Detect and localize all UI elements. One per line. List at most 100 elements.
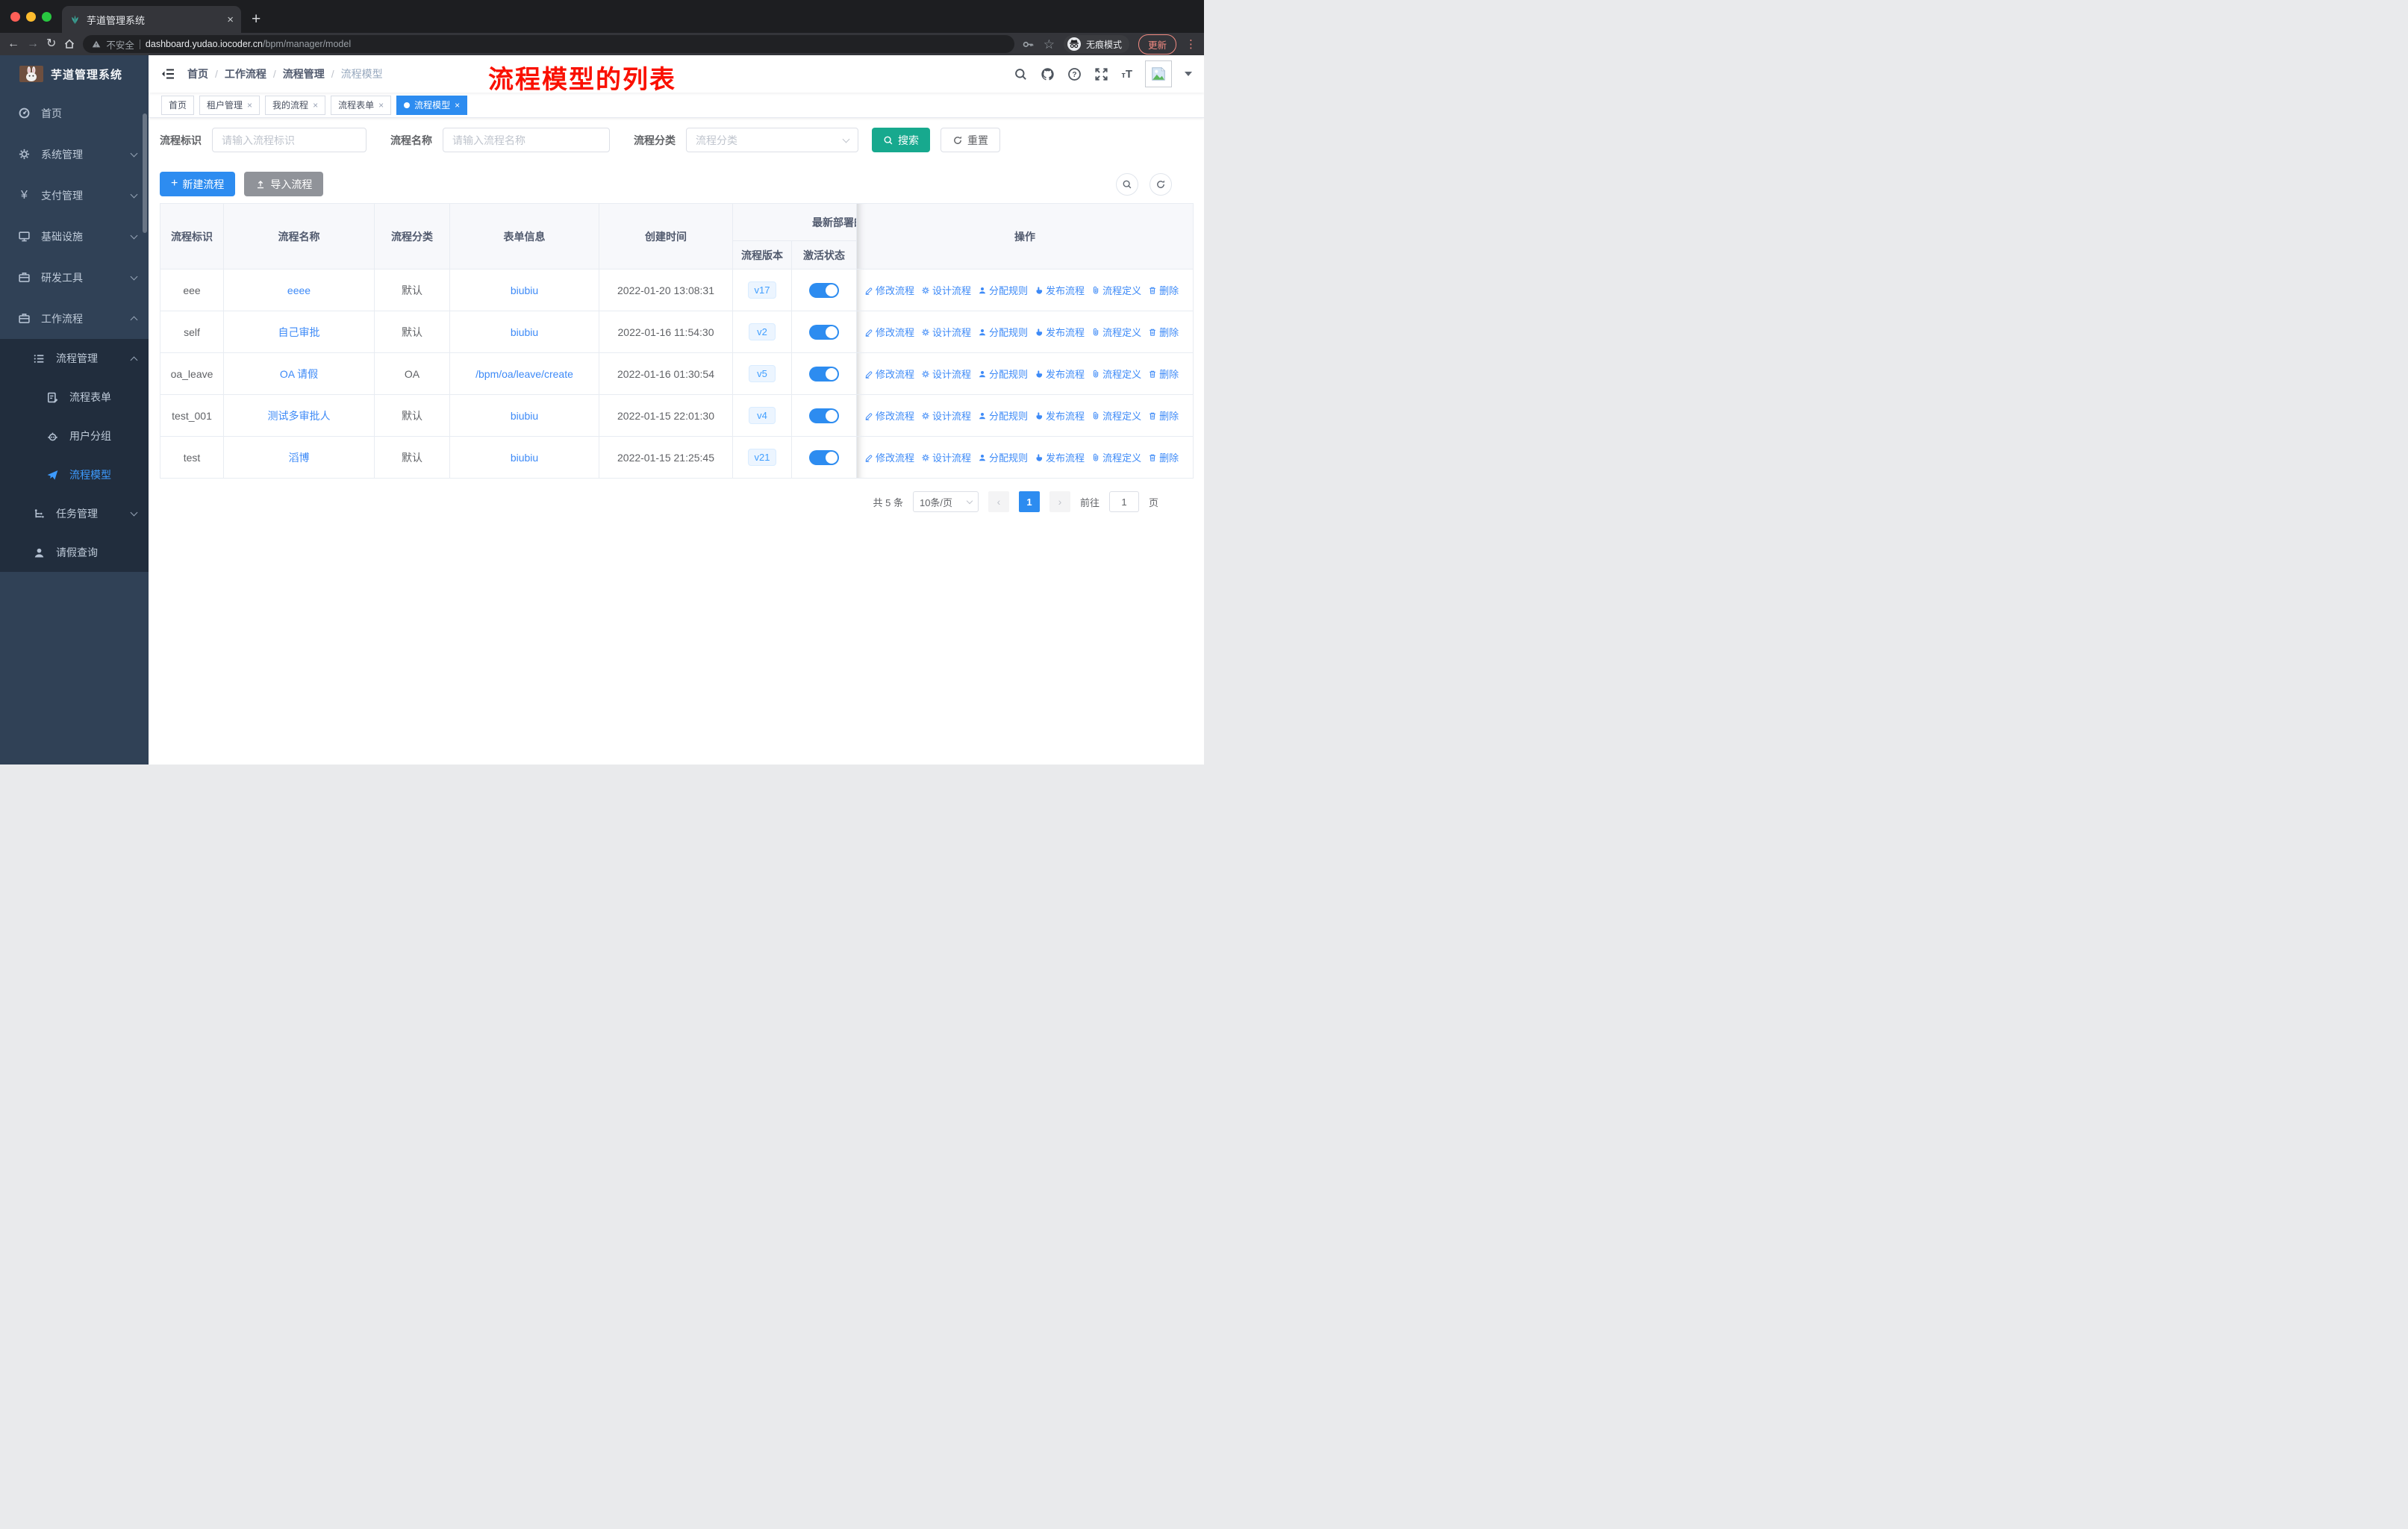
bookmark-star-icon[interactable]: ☆ (1044, 38, 1055, 51)
design-flow-link[interactable]: 设计流程 (921, 408, 971, 423)
active-status-toggle[interactable] (809, 366, 839, 382)
flow-name-link[interactable]: 测试多审批人 (268, 410, 331, 422)
show-search-circle-button[interactable] (1116, 172, 1138, 196)
tag-flow-model-active[interactable]: 流程模型 × (396, 95, 468, 115)
search-icon[interactable] (1014, 67, 1028, 81)
design-flow-link[interactable]: 设计流程 (921, 283, 971, 297)
forward-button[interactable]: → (27, 38, 39, 50)
sidebar-item-infrastructure[interactable]: 基础设施 (0, 216, 149, 257)
sidebar-item-flow-manage[interactable]: 流程管理 (0, 339, 149, 378)
sidebar-item-devtools[interactable]: 研发工具 (0, 257, 149, 298)
avatar-dropdown-caret-icon[interactable] (1185, 72, 1192, 76)
flow-name-input[interactable] (443, 128, 610, 152)
form-info-link[interactable]: biubiu (511, 326, 538, 338)
sidebar-item-task-manage[interactable]: 任务管理 (0, 494, 149, 533)
tag-close-icon[interactable]: × (455, 100, 460, 110)
publish-flow-link[interactable]: 发布流程 (1035, 450, 1085, 464)
delete-link[interactable]: 删除 (1148, 367, 1179, 381)
goto-page-input[interactable] (1108, 491, 1139, 512)
new-tab-button[interactable]: + (241, 10, 271, 33)
tag-tenant[interactable]: 租户管理 × (199, 95, 261, 115)
create-flow-button[interactable]: + 新建流程 (160, 172, 236, 196)
tab-close-icon[interactable]: × (227, 13, 234, 26)
password-key-icon[interactable] (1022, 38, 1035, 51)
assign-rule-link[interactable]: 分配规则 (978, 408, 1028, 423)
breadcrumb-workflow[interactable]: 工作流程 (225, 66, 266, 81)
window-close-button[interactable] (10, 11, 20, 22)
publish-flow-link[interactable]: 发布流程 (1035, 283, 1085, 297)
delete-link[interactable]: 删除 (1148, 283, 1179, 297)
home-button[interactable] (63, 38, 75, 50)
design-flow-link[interactable]: 设计流程 (921, 325, 971, 339)
form-info-link[interactable]: /bpm/oa/leave/create (475, 368, 573, 380)
delete-link[interactable]: 删除 (1148, 408, 1179, 423)
flow-name-link[interactable]: OA 请假 (280, 368, 318, 380)
sidebar-item-flow-form[interactable]: 流程表单 (0, 378, 149, 417)
tag-close-icon[interactable]: × (247, 100, 252, 110)
flow-definition-link[interactable]: 流程定义 (1091, 450, 1141, 464)
page-size-select[interactable]: 10条/页 (912, 491, 979, 512)
publish-flow-link[interactable]: 发布流程 (1035, 367, 1085, 381)
modify-flow-link[interactable]: 修改流程 (864, 283, 914, 297)
delete-link[interactable]: 删除 (1148, 450, 1179, 464)
active-status-toggle[interactable] (809, 408, 839, 423)
flow-name-link[interactable]: eeee (287, 284, 311, 296)
sidebar-item-workflow[interactable]: 工作流程 (0, 298, 149, 339)
browser-tab[interactable]: 芋道管理系统 × (62, 6, 241, 33)
form-info-link[interactable]: biubiu (511, 410, 538, 422)
breadcrumb-home[interactable]: 首页 (187, 66, 208, 81)
modify-flow-link[interactable]: 修改流程 (864, 450, 914, 464)
sidebar-item-system[interactable]: 系统管理 (0, 134, 149, 175)
reset-button[interactable]: 重置 (941, 128, 1000, 152)
flow-category-select[interactable]: 流程分类 (686, 128, 858, 152)
address-bar[interactable]: 不安全 dashboard.yudao.iocoder.cn/bpm/manag… (83, 35, 1014, 53)
app-logo[interactable]: 芋道管理系统 (0, 55, 149, 93)
sidebar-item-payment[interactable]: ¥ 支付管理 (0, 175, 149, 216)
modify-flow-link[interactable]: 修改流程 (864, 408, 914, 423)
tag-home[interactable]: 首页 (161, 95, 195, 115)
sidebar-scrollbar-thumb[interactable] (143, 113, 147, 233)
active-status-toggle[interactable] (809, 282, 839, 298)
breadcrumb-flow-manage[interactable]: 流程管理 (283, 66, 325, 81)
design-flow-link[interactable]: 设计流程 (921, 450, 971, 464)
sidebar-collapse-icon[interactable] (160, 66, 175, 81)
help-icon[interactable] (1067, 67, 1082, 81)
delete-link[interactable]: 删除 (1148, 325, 1179, 339)
tag-close-icon[interactable]: × (313, 100, 318, 110)
flow-definition-link[interactable]: 流程定义 (1091, 408, 1141, 423)
reload-button[interactable]: ↻ (46, 38, 56, 50)
github-icon[interactable] (1041, 67, 1055, 81)
flow-name-link[interactable]: 滔博 (289, 452, 310, 464)
publish-flow-link[interactable]: 发布流程 (1035, 408, 1085, 423)
form-info-link[interactable]: biubiu (511, 284, 538, 296)
flow-definition-link[interactable]: 流程定义 (1091, 367, 1141, 381)
form-info-link[interactable]: biubiu (511, 452, 538, 464)
design-flow-link[interactable]: 设计流程 (921, 367, 971, 381)
assign-rule-link[interactable]: 分配规则 (978, 367, 1028, 381)
sidebar-item-user-group[interactable]: 用户分组 (0, 417, 149, 455)
fullscreen-icon[interactable] (1094, 67, 1108, 81)
flow-id-input[interactable] (212, 128, 366, 152)
font-size-icon[interactable]: тT (1121, 68, 1132, 81)
refresh-circle-button[interactable] (1150, 172, 1172, 196)
back-button[interactable]: ← (7, 38, 19, 50)
active-status-toggle[interactable] (809, 449, 839, 465)
prev-page-button[interactable]: ‹ (988, 491, 1009, 512)
window-minimize-button[interactable] (26, 11, 36, 22)
assign-rule-link[interactable]: 分配规则 (978, 283, 1028, 297)
next-page-button[interactable]: › (1049, 491, 1070, 512)
sidebar-item-leave-query[interactable]: 请假查询 (0, 533, 149, 572)
modify-flow-link[interactable]: 修改流程 (864, 325, 914, 339)
active-status-toggle[interactable] (809, 324, 839, 340)
assign-rule-link[interactable]: 分配规则 (978, 325, 1028, 339)
publish-flow-link[interactable]: 发布流程 (1035, 325, 1085, 339)
modify-flow-link[interactable]: 修改流程 (864, 367, 914, 381)
sidebar-item-flow-model-active[interactable]: 流程模型 (0, 455, 149, 494)
flow-definition-link[interactable]: 流程定义 (1091, 325, 1141, 339)
browser-menu-icon[interactable]: ⋮ (1185, 37, 1197, 51)
assign-rule-link[interactable]: 分配规则 (978, 450, 1028, 464)
tag-flow-form[interactable]: 流程表单 × (331, 95, 392, 115)
flow-name-link[interactable]: 自己审批 (278, 326, 320, 338)
avatar[interactable] (1145, 60, 1172, 87)
chrome-update-button[interactable]: 更新 (1138, 34, 1176, 55)
